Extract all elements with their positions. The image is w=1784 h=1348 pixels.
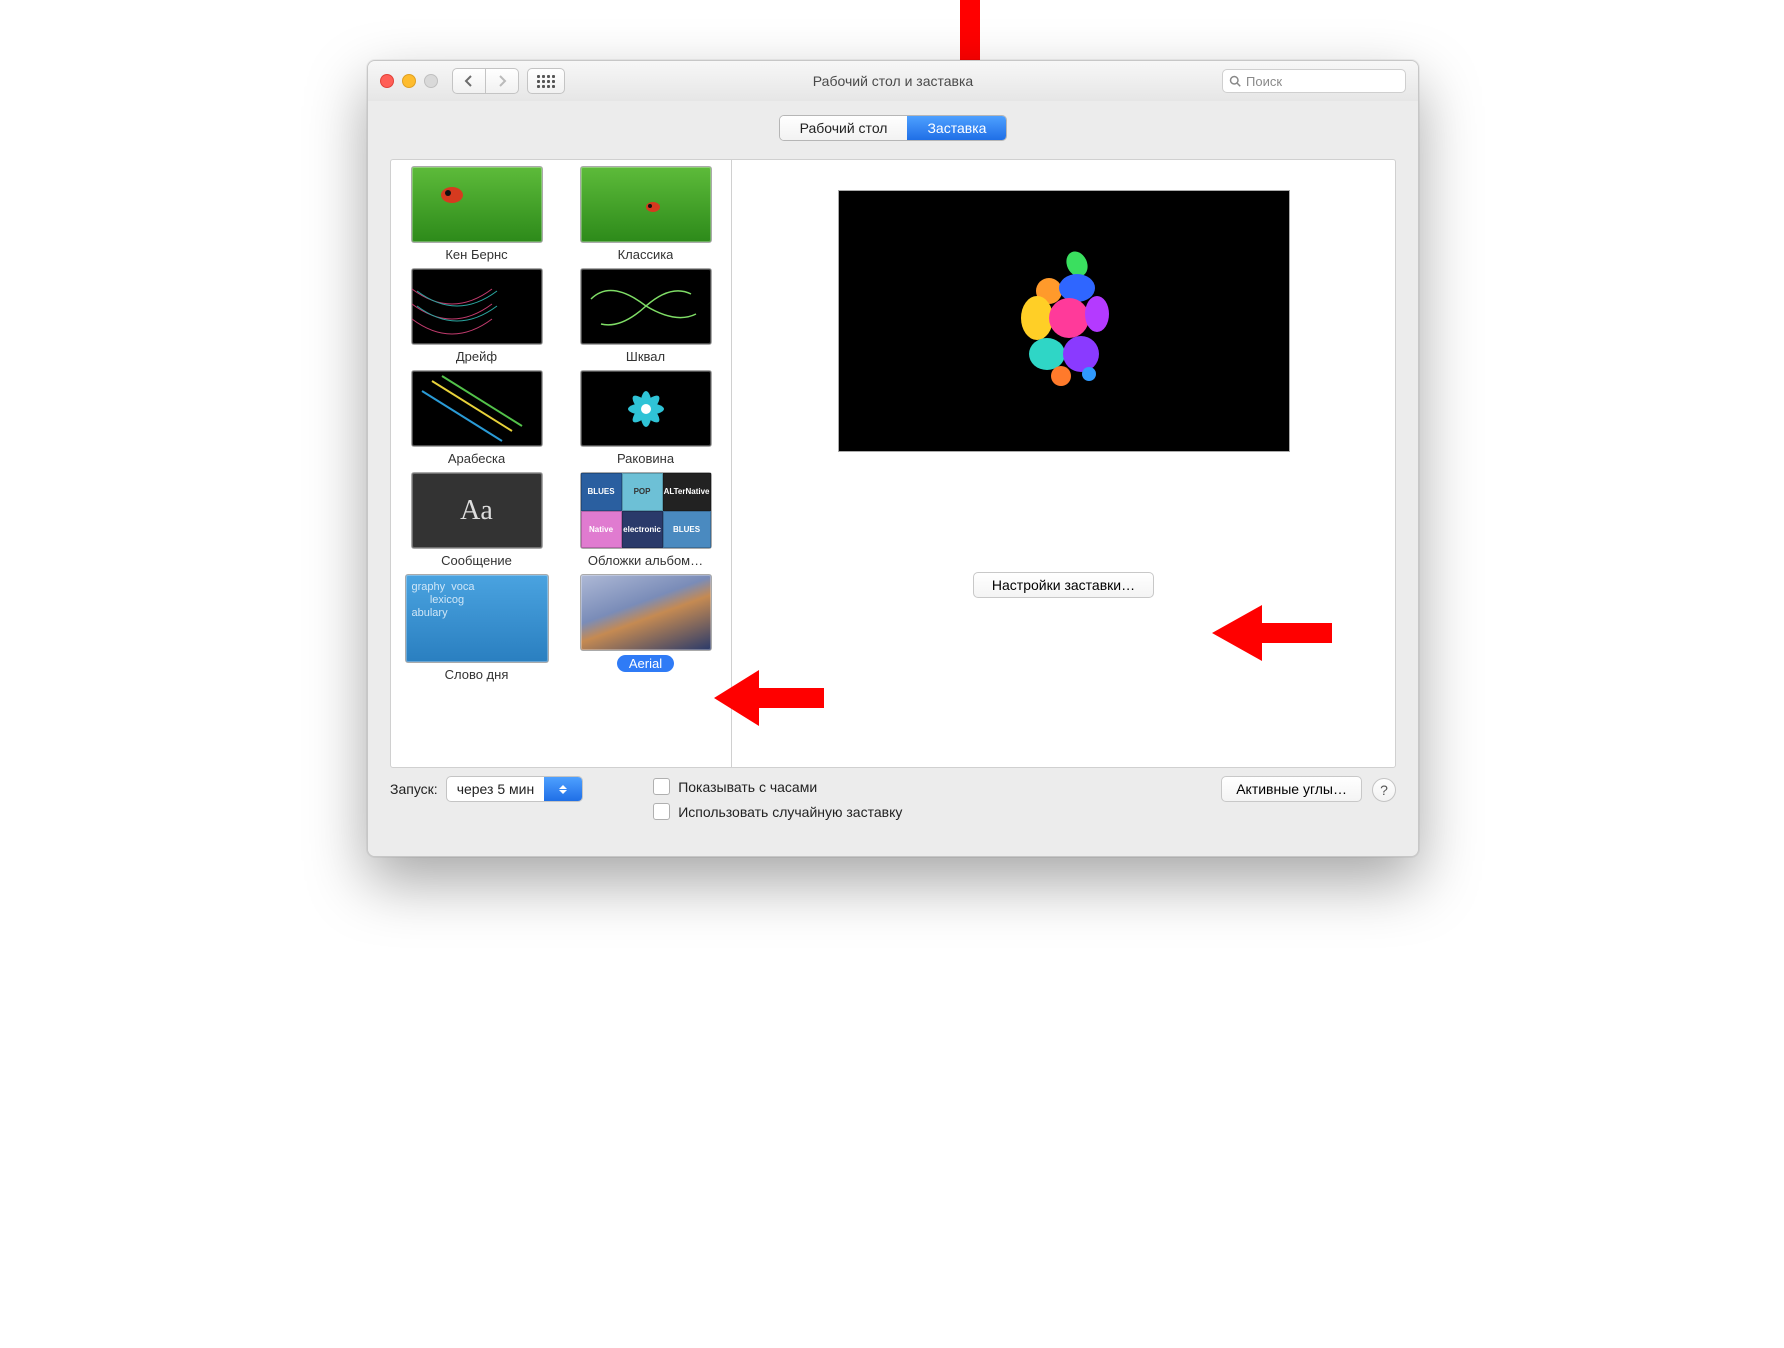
thumb-arabesque bbox=[411, 370, 543, 447]
start-after-label: Запуск: bbox=[390, 781, 438, 797]
saver-label: Классика bbox=[618, 247, 674, 262]
show-all-button[interactable] bbox=[527, 68, 565, 94]
thumb-classic bbox=[580, 166, 712, 243]
tab-desktop[interactable]: Рабочий стол bbox=[780, 116, 908, 140]
saver-item-flurry[interactable]: Шквал bbox=[564, 268, 727, 364]
saver-item-shell[interactable]: Раковина bbox=[564, 370, 727, 466]
thumb-shell bbox=[580, 370, 712, 447]
hot-corners-button[interactable]: Активные углы… bbox=[1221, 776, 1362, 802]
saver-label-selected: Aerial bbox=[617, 655, 674, 672]
preview-display bbox=[838, 190, 1290, 452]
stepper-arrows-icon bbox=[544, 777, 582, 801]
thumb-ken-burns bbox=[411, 166, 543, 243]
show-clock-label: Показывать с часами bbox=[678, 779, 817, 795]
saver-label: Слово дня bbox=[445, 667, 509, 682]
nav-back-button[interactable] bbox=[452, 68, 486, 94]
thumb-itunes: BLUESPOPALTerNativeNativeelectronicBLUES bbox=[580, 472, 712, 549]
footer-bar: Запуск: через 5 мин Показывать с часами … bbox=[390, 776, 1396, 842]
search-placeholder: Поиск bbox=[1246, 74, 1282, 89]
start-after-select[interactable]: через 5 мин bbox=[446, 776, 584, 802]
saver-label: Раковина bbox=[617, 451, 674, 466]
tab-bar: Рабочий стол Заставка bbox=[368, 101, 1418, 141]
screensaver-list[interactable]: Кен Бернс Классика Дрейф Шквал bbox=[391, 160, 732, 767]
zoom-button-disabled bbox=[424, 74, 438, 88]
search-field[interactable]: Поиск bbox=[1222, 69, 1406, 93]
search-icon bbox=[1229, 75, 1241, 87]
thumb-drift bbox=[411, 268, 543, 345]
tab-screensaver[interactable]: Заставка bbox=[907, 116, 1006, 140]
help-button[interactable]: ? bbox=[1372, 778, 1396, 802]
main-panel: Кен Бернс Классика Дрейф Шквал bbox=[390, 159, 1396, 768]
screensaver-options-button[interactable]: Настройки заставки… bbox=[973, 572, 1154, 598]
show-clock-checkbox[interactable]: Показывать с часами bbox=[653, 778, 902, 795]
grid-icon bbox=[537, 75, 555, 88]
saver-item-itunes-artwork[interactable]: BLUESPOPALTerNativeNativeelectronicBLUES… bbox=[564, 472, 727, 568]
random-screensaver-checkbox[interactable]: Использовать случайную заставку bbox=[653, 803, 902, 820]
saver-item-word-of-day[interactable]: graphy voca lexicogabulary Слово дня bbox=[395, 574, 558, 682]
preferences-window: Рабочий стол и заставка Поиск Рабочий ст… bbox=[367, 60, 1419, 857]
apple-logo-colorful bbox=[999, 246, 1129, 396]
checkbox-icon bbox=[653, 803, 670, 820]
saver-label: Шквал bbox=[626, 349, 665, 364]
start-after-value: через 5 мин bbox=[447, 781, 545, 797]
saver-item-arabesque[interactable]: Арабеска bbox=[395, 370, 558, 466]
content-area: Рабочий стол Заставка Кен Бернс Классика bbox=[368, 101, 1418, 856]
titlebar: Рабочий стол и заставка Поиск bbox=[368, 61, 1418, 102]
random-screensaver-label: Использовать случайную заставку bbox=[678, 804, 902, 820]
saver-item-ken-burns[interactable]: Кен Бернс bbox=[395, 166, 558, 262]
nav-forward-button[interactable] bbox=[486, 68, 519, 94]
saver-item-aerial[interactable]: Aerial bbox=[564, 574, 727, 682]
minimize-button[interactable] bbox=[402, 74, 416, 88]
thumb-message: Aa bbox=[411, 472, 543, 549]
saver-label: Дрейф bbox=[456, 349, 497, 364]
saver-label: Обложки альбом… bbox=[588, 553, 703, 568]
checkbox-icon bbox=[653, 778, 670, 795]
close-button[interactable] bbox=[380, 74, 394, 88]
saver-item-drift[interactable]: Дрейф bbox=[395, 268, 558, 364]
window-controls bbox=[380, 74, 438, 88]
saver-item-message[interactable]: Aa Сообщение bbox=[395, 472, 558, 568]
saver-label: Кен Бернс bbox=[445, 247, 507, 262]
saver-label: Арабеска bbox=[448, 451, 505, 466]
thumb-aerial bbox=[580, 574, 712, 651]
saver-item-classic[interactable]: Классика bbox=[564, 166, 727, 262]
segmented-control: Рабочий стол Заставка bbox=[779, 115, 1008, 141]
thumb-flurry bbox=[580, 268, 712, 345]
saver-label: Сообщение bbox=[441, 553, 512, 568]
thumb-word: graphy voca lexicogabulary bbox=[405, 574, 549, 663]
preview-pane: Настройки заставки… bbox=[732, 160, 1395, 767]
